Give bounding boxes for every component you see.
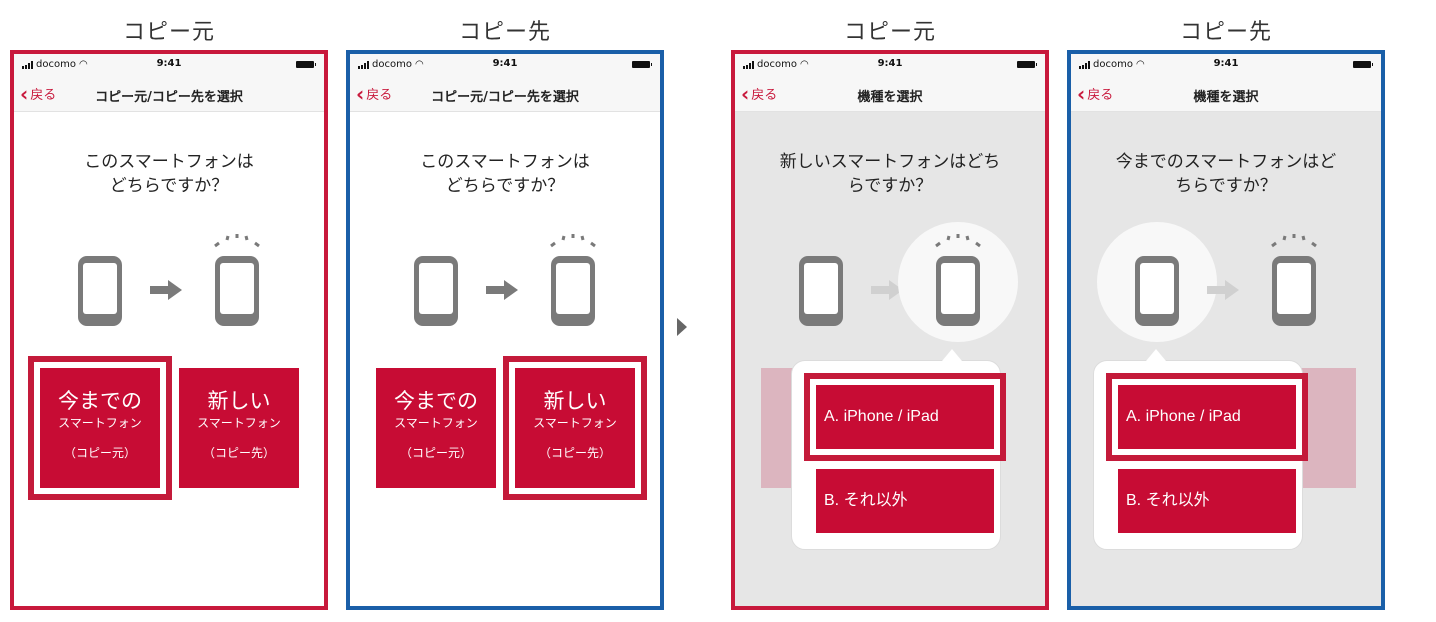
choice-old-smartphone[interactable]: 今までの スマートフォン （コピー元） bbox=[376, 368, 496, 488]
new-phone-icon bbox=[936, 256, 980, 326]
old-phone-icon bbox=[1135, 256, 1179, 326]
nav-title: コピー元/コピー先を選択 bbox=[95, 90, 243, 105]
device-type-popup: A. iPhone / iPad B. それ以外 bbox=[791, 349, 1006, 550]
new-phone-icon bbox=[551, 256, 595, 326]
caption-source-1: コピー元 bbox=[122, 20, 215, 45]
battery-icon bbox=[1353, 61, 1373, 68]
phone-screen-2: docomo ◠ 9:41 ‹ 戻る コピー元/コピー先を選択 このスマートフォ… bbox=[346, 50, 664, 610]
screen-content: このスマートフォンは どちらですか？ 今までの スマートフォン （コピー元） 新… bbox=[350, 112, 660, 606]
choice-role: （コピー元） bbox=[399, 446, 472, 460]
choice-role: （コピー先） bbox=[538, 446, 611, 460]
option-other[interactable]: B. それ以外 bbox=[816, 469, 994, 533]
caption-destination-2: コピー先 bbox=[1179, 20, 1272, 45]
screen-content: 新しいスマートフォンはどち らですか？ A. iPhone / iPad B. … bbox=[735, 112, 1045, 606]
status-time: 9:41 bbox=[1213, 58, 1239, 69]
status-bar: docomo ◠ 9:41 bbox=[1071, 54, 1381, 76]
old-phone-icon bbox=[78, 256, 122, 326]
battery-icon bbox=[632, 61, 652, 68]
status-time: 9:41 bbox=[877, 58, 903, 69]
popup-tail bbox=[1146, 349, 1166, 361]
nav-title: 機種を選択 bbox=[857, 90, 923, 105]
new-phone-icon bbox=[215, 256, 259, 326]
notification-rays-icon bbox=[1271, 234, 1317, 248]
choice-new-smartphone[interactable]: 新しい スマートフォン （コピー先） bbox=[179, 368, 299, 488]
arrow-right-icon bbox=[1207, 280, 1239, 300]
old-phone-icon bbox=[799, 256, 843, 326]
nav-title: コピー元/コピー先を選択 bbox=[431, 90, 579, 105]
status-time: 9:41 bbox=[156, 58, 182, 69]
nav-bar: ‹ 戻る 機種を選択 bbox=[1071, 76, 1381, 112]
choice-role: （コピー元） bbox=[63, 446, 136, 460]
choice-old-smartphone[interactable]: 今までの スマートフォン （コピー元） bbox=[40, 368, 160, 488]
nav-bar: ‹ 戻る コピー元/コピー先を選択 bbox=[350, 76, 660, 112]
nav-bar: ‹ 戻る 機種を選択 bbox=[735, 76, 1045, 112]
question-text: 今までのスマートフォンはど ちらですか？ bbox=[1115, 152, 1337, 196]
choice-title: 新しい bbox=[543, 389, 607, 413]
choice-subtitle: スマートフォン bbox=[394, 416, 478, 430]
new-phone-icon bbox=[1272, 256, 1316, 326]
notification-rays-icon bbox=[935, 234, 981, 248]
arrow-right-icon bbox=[150, 280, 182, 300]
status-bar: docomo ◠ 9:41 bbox=[14, 54, 324, 76]
question-text: 新しいスマートフォンはどち らですか？ bbox=[779, 152, 1001, 196]
screen-content: このスマートフォンは どちらですか？ 今までの スマートフォン （コピー元） 新… bbox=[14, 112, 324, 606]
phone-screen-3: docomo ◠ 9:41 ‹ 戻る 機種を選択 新しいスマートフォンはどち ら… bbox=[731, 50, 1049, 610]
choice-title: 今までの bbox=[58, 389, 142, 413]
choice-new-smartphone[interactable]: 新しい スマートフォン （コピー先） bbox=[515, 368, 635, 488]
choice-title: 新しい bbox=[207, 389, 271, 413]
option-iphone-ipad[interactable]: A. iPhone / iPad bbox=[1118, 385, 1296, 449]
battery-icon bbox=[1017, 61, 1037, 68]
option-other[interactable]: B. それ以外 bbox=[1118, 469, 1296, 533]
question-text: このスマートフォンは どちらですか？ bbox=[420, 152, 590, 196]
choice-subtitle: スマートフォン bbox=[197, 416, 281, 430]
phone-screen-4: docomo ◠ 9:41 ‹ 戻る 機種を選択 今までのスマートフォンはど ち… bbox=[1067, 50, 1385, 610]
phone-screen-1: docomo ◠ 9:41 ‹ 戻る コピー元/コピー先を選択 このスマートフォ… bbox=[10, 50, 328, 610]
screen-content: 今までのスマートフォンはど ちらですか？ A. iPhone / iPad B.… bbox=[1071, 112, 1381, 606]
old-phone-icon bbox=[414, 256, 458, 326]
status-time: 9:41 bbox=[492, 58, 518, 69]
nav-title: 機種を選択 bbox=[1193, 90, 1259, 105]
status-bar: docomo ◠ 9:41 bbox=[735, 54, 1045, 76]
caption-source-2: コピー元 bbox=[843, 20, 936, 45]
notification-rays-icon bbox=[214, 234, 260, 248]
question-text: このスマートフォンは どちらですか？ bbox=[84, 152, 254, 196]
arrow-right-icon bbox=[486, 280, 518, 300]
nav-bar: ‹ 戻る コピー元/コピー先を選択 bbox=[14, 76, 324, 112]
option-iphone-ipad[interactable]: A. iPhone / iPad bbox=[816, 385, 994, 449]
choice-subtitle: スマートフォン bbox=[58, 416, 142, 430]
choice-role: （コピー先） bbox=[202, 446, 275, 460]
choice-title: 今までの bbox=[394, 389, 478, 413]
status-bar: docomo ◠ 9:41 bbox=[350, 54, 660, 76]
choice-subtitle: スマートフォン bbox=[533, 416, 617, 430]
caption-destination-1: コピー先 bbox=[458, 20, 551, 45]
notification-rays-icon bbox=[550, 234, 596, 248]
popup-tail bbox=[942, 349, 962, 361]
device-type-popup: A. iPhone / iPad B. それ以外 bbox=[1093, 349, 1308, 550]
battery-icon bbox=[296, 61, 316, 68]
next-step-arrow-icon bbox=[677, 318, 687, 336]
